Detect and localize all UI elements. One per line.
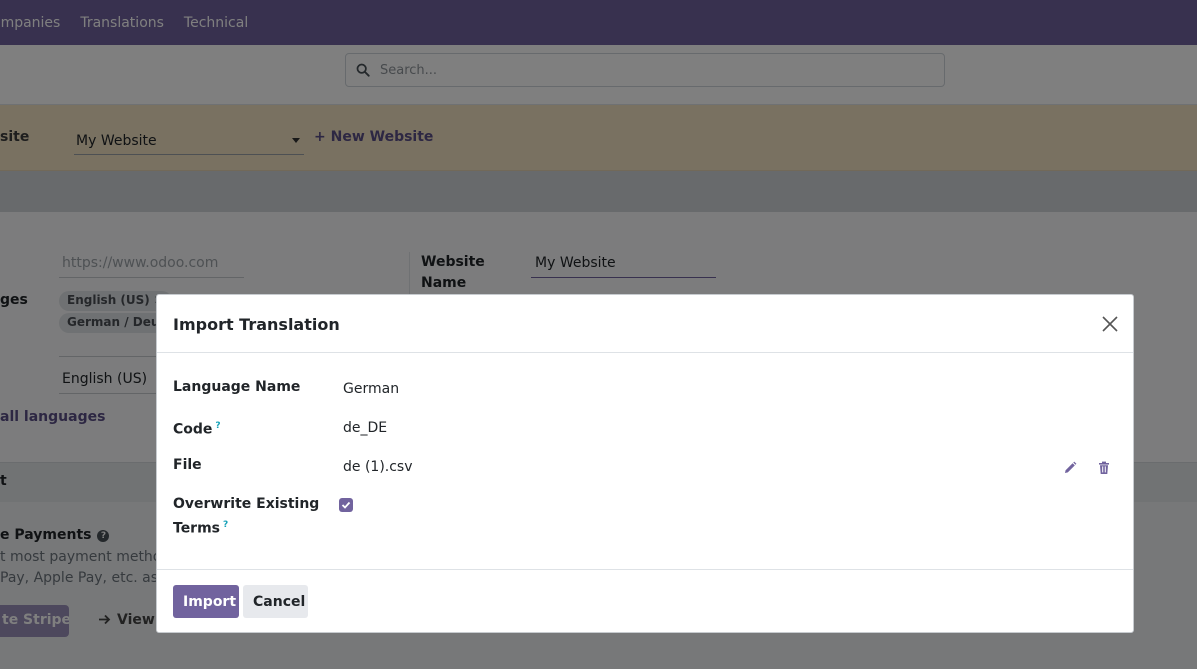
- file-name: de (1).csv: [343, 459, 413, 475]
- overwrite-label-line: Overwrite Existing: [173, 496, 320, 512]
- modal-title: Import Translation: [173, 315, 340, 334]
- check-icon: [341, 501, 351, 509]
- overwrite-terms-label: Overwrite Existing Terms?: [173, 494, 319, 540]
- code-value: de_DE: [343, 420, 388, 436]
- language-name-label: Language Name: [173, 379, 301, 395]
- help-tooltip-marker[interactable]: ?: [215, 421, 220, 431]
- import-translation-dialog: Import Translation Language Name German …: [156, 294, 1134, 633]
- pencil-icon[interactable]: [1063, 461, 1077, 475]
- modal-header: Import Translation: [157, 295, 1133, 353]
- code-label-text: Code: [173, 421, 213, 438]
- close-icon[interactable]: [1101, 315, 1119, 333]
- language-name-value: German: [343, 381, 400, 397]
- modal-body: Language Name German Code? de_DE File de…: [157, 353, 1133, 569]
- overwrite-terms-checkbox[interactable]: [339, 498, 353, 512]
- trash-icon[interactable]: [1097, 461, 1111, 475]
- file-label: File: [173, 457, 202, 473]
- import-button[interactable]: Import: [173, 585, 239, 618]
- cancel-button[interactable]: Cancel: [243, 585, 308, 618]
- code-label: Code?: [173, 416, 221, 441]
- modal-footer: Import Cancel: [157, 569, 1133, 632]
- overwrite-label-line: Terms: [173, 520, 221, 537]
- help-tooltip-marker[interactable]: ?: [223, 520, 228, 530]
